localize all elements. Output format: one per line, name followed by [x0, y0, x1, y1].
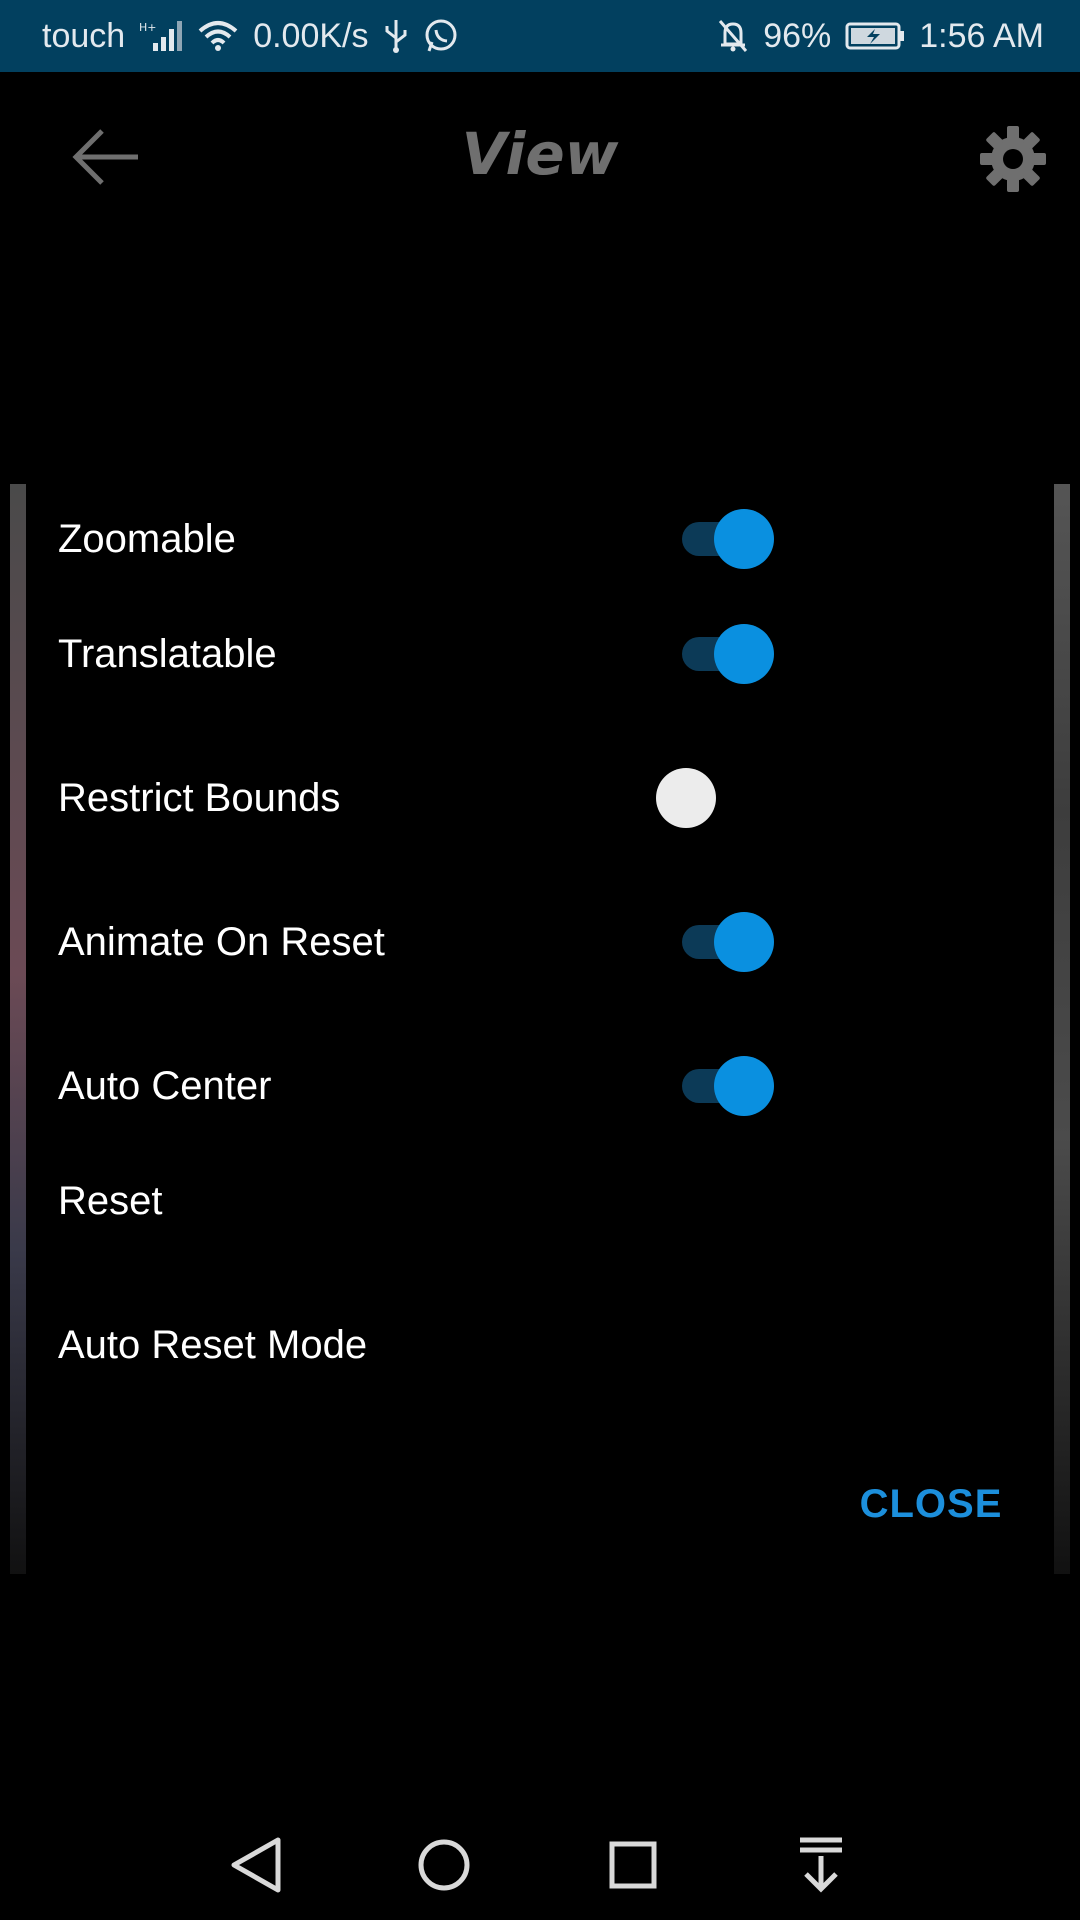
gear-icon [980, 126, 1046, 192]
option-label: Translatable [58, 631, 277, 676]
svg-text:H+: H+ [139, 21, 157, 34]
view-options-dialog: Zoomable Translatable Restrict Bounds An… [26, 484, 1054, 1574]
nav-recents-button[interactable] [598, 1830, 668, 1900]
pull-down-icon [800, 1837, 842, 1893]
screen: touch H+ 0.00K/s 96% 1:56 AM View Zoomab… [0, 0, 1080, 1920]
battery-percent: 96% [763, 16, 832, 55]
switch-thumb [714, 1056, 774, 1116]
navigation-bar [0, 1800, 1080, 1920]
close-button[interactable]: CLOSE [846, 1464, 1016, 1544]
option-reset[interactable]: Reset [26, 1146, 1054, 1256]
status-bar: touch H+ 0.00K/s 96% 1:56 AM [0, 0, 1080, 72]
nav-back-button[interactable] [220, 1830, 290, 1900]
carrier-label: touch [42, 16, 126, 55]
option-restrict-bounds[interactable]: Restrict Bounds [26, 743, 1054, 853]
option-label: Restrict Bounds [58, 775, 341, 820]
page-title: View [461, 120, 619, 188]
restrict-bounds-switch[interactable] [656, 763, 776, 833]
usb-icon [383, 18, 409, 54]
option-label: Auto Reset Mode [58, 1322, 368, 1367]
option-animate-on-reset[interactable]: Animate On Reset [26, 887, 1054, 997]
wifi-icon [197, 19, 239, 53]
background-image-edge [1054, 484, 1070, 1574]
home-circle-icon [418, 1839, 470, 1891]
toolbar: View [0, 72, 1080, 242]
switch-thumb [714, 509, 774, 569]
status-bar-right: 96% 1:56 AM [717, 17, 1044, 56]
option-translatable[interactable]: Translatable [26, 599, 1054, 709]
clock: 1:56 AM [919, 16, 1044, 55]
nav-home-button[interactable] [409, 1830, 479, 1900]
option-label: Animate On Reset [58, 919, 385, 964]
network-speed: 0.00K/s [253, 16, 369, 55]
switch-thumb [656, 768, 716, 828]
whatsapp-icon [423, 18, 459, 54]
option-auto-center[interactable]: Auto Center [26, 1031, 1054, 1141]
zoomable-switch[interactable] [656, 504, 776, 574]
switch-thumb [714, 912, 774, 972]
auto-center-switch[interactable] [656, 1051, 776, 1121]
nav-notifications-button[interactable] [786, 1830, 856, 1900]
option-label: Zoomable [58, 516, 236, 561]
silent-bell-icon [717, 18, 749, 54]
animate-on-reset-switch[interactable] [656, 907, 776, 977]
recents-square-icon [609, 1841, 657, 1889]
settings-button[interactable] [978, 124, 1048, 194]
translatable-switch[interactable] [656, 619, 776, 689]
option-label: Reset [58, 1178, 163, 1223]
option-zoomable[interactable]: Zoomable [26, 484, 1054, 594]
back-triangle-icon [231, 1837, 281, 1893]
switch-thumb [714, 624, 774, 684]
option-auto-reset-mode[interactable]: Auto Reset Mode [26, 1290, 1054, 1400]
background-image-edge [10, 484, 26, 1574]
signal-icon: H+ [139, 19, 183, 53]
battery-icon [845, 21, 905, 51]
option-label: Auto Center [58, 1063, 272, 1108]
status-bar-left: touch H+ 0.00K/s [42, 17, 459, 56]
